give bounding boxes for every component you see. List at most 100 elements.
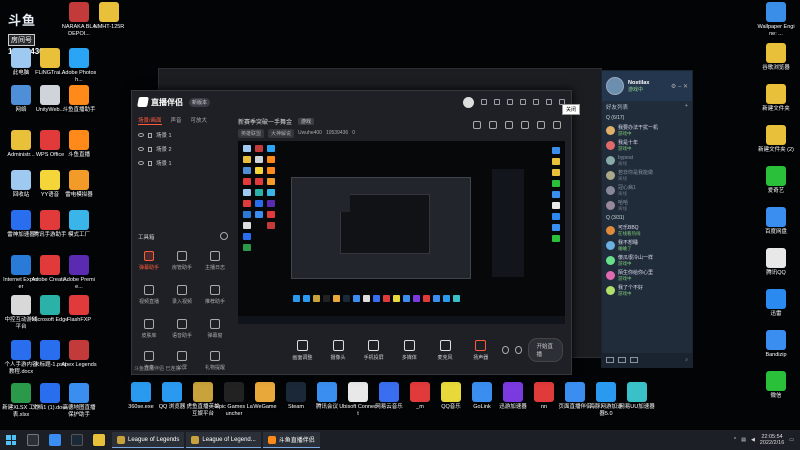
lock-icon[interactable] bbox=[148, 132, 152, 138]
tool-voice[interactable]: 语音助手 bbox=[167, 319, 197, 339]
layout-icon[interactable] bbox=[521, 121, 529, 129]
stream-preview[interactable] bbox=[238, 141, 565, 324]
profile-status[interactable]: 游戏中 bbox=[628, 86, 649, 93]
folder-icon[interactable] bbox=[93, 434, 105, 446]
desktop-icon[interactable]: 网易UU加速器 bbox=[618, 382, 656, 411]
desktop-icon[interactable]: Adobe Premie... bbox=[60, 255, 98, 290]
eye-icon[interactable] bbox=[138, 147, 144, 151]
lock-icon[interactable] bbox=[148, 146, 152, 152]
search-icon[interactable] bbox=[27, 434, 39, 446]
friend-item[interactable]: 若非你是我能做 离线 bbox=[602, 168, 692, 183]
add-friend-icon[interactable]: + bbox=[685, 103, 688, 111]
speaker-button[interactable]: 扬声器 bbox=[466, 339, 495, 361]
desktop-icon[interactable]: 模式工厂 bbox=[60, 210, 98, 239]
lock-icon[interactable] bbox=[489, 121, 497, 129]
task-league-1[interactable]: League of Legends bbox=[112, 432, 185, 448]
toolbox-collapse-icon[interactable] bbox=[220, 232, 228, 240]
picture-adjust-button[interactable]: 画面调整 bbox=[288, 339, 317, 361]
clock[interactable]: 22:05:54 2022/2/16 bbox=[760, 434, 784, 447]
desktop-icon[interactable]: Apex Legends bbox=[60, 340, 98, 369]
microphone-button[interactable]: 麦克风 bbox=[431, 339, 460, 361]
camera-button[interactable]: 摄像头 bbox=[324, 339, 353, 361]
friend-item[interactable]: bypeat 离线 bbox=[602, 153, 692, 168]
friend-item[interactable]: 傻瓜很冷山一样 游戏中 bbox=[602, 253, 692, 268]
desktop-icon[interactable]: 雷电模拟器 bbox=[60, 170, 98, 199]
version-badge[interactable]: 新版本 bbox=[189, 97, 211, 107]
tool-skin[interactable]: 皮肤库 bbox=[134, 319, 164, 339]
search-icon[interactable]: ⌕ bbox=[685, 357, 688, 363]
tab-audio[interactable]: 声音 bbox=[171, 116, 182, 125]
friend-item[interactable]: 我不想睡 蛐蛐了 bbox=[602, 238, 692, 253]
settings-icon[interactable] bbox=[630, 357, 638, 363]
friend-list-window[interactable]: Nostilax 游戏中 ⚙ – ✕ 好友列表 + Q (6/17) 我要办法干扰… bbox=[601, 70, 693, 368]
desktop-icon[interactable]: Adobe Photosh... bbox=[60, 48, 98, 83]
task-league-2[interactable]: League of Legend... bbox=[186, 432, 261, 448]
lock-icon[interactable] bbox=[148, 160, 152, 166]
skin-icon[interactable] bbox=[520, 99, 526, 105]
task-douyu[interactable]: 斗鱼直播伴侣 bbox=[262, 432, 320, 448]
message-icon[interactable] bbox=[481, 99, 487, 105]
mail-icon[interactable] bbox=[494, 99, 500, 105]
tool-recommend[interactable]: 推荐助手 bbox=[200, 285, 230, 305]
scene-item[interactable]: 场景 1 bbox=[132, 128, 234, 142]
desktop-icon[interactable]: 斗鱼直播 bbox=[60, 130, 98, 159]
desktop-icon[interactable]: 谷歌浏览器 bbox=[757, 43, 795, 72]
start-button[interactable] bbox=[6, 435, 16, 445]
friend-group-header[interactable]: Q (3/31) bbox=[602, 213, 692, 223]
desktop-icon[interactable]: 迅雷 bbox=[757, 289, 795, 318]
notification-icon[interactable]: ▭ bbox=[789, 437, 794, 443]
user-avatar[interactable] bbox=[463, 96, 474, 108]
room-title[interactable]: 新赛季突破一手舞金 bbox=[238, 117, 292, 126]
tool-gift[interactable]: 礼物提醒 bbox=[200, 351, 230, 371]
friend-item[interactable]: 可乐BBQ 在线看热闹 bbox=[602, 223, 692, 238]
desktop-icon[interactable]: FlashFXP bbox=[60, 295, 98, 324]
tab-zoom[interactable]: 可放大 bbox=[191, 116, 208, 125]
desktop-icon[interactable]: 爱奇艺 bbox=[757, 166, 795, 195]
friend-item[interactable]: 我要办法干扰一机 游戏中 bbox=[602, 123, 692, 138]
desktop-icon[interactable]: 腾讯QQ bbox=[757, 248, 795, 277]
desktop-icon[interactable]: 高德地图直播保护助手 bbox=[60, 383, 98, 418]
window-controls[interactable]: ⚙ – ✕ bbox=[671, 83, 688, 90]
tool-danmu-window[interactable]: 弹幕窗 bbox=[200, 319, 230, 339]
scene-item[interactable]: 场景 2 bbox=[132, 142, 234, 156]
start-live-button[interactable]: 开始直播 bbox=[527, 338, 563, 362]
tool-log[interactable]: 主播日志 bbox=[200, 251, 230, 271]
tag-chip[interactable]: 大神解说 bbox=[268, 128, 295, 138]
steam-icon[interactable] bbox=[71, 434, 83, 446]
scene-item[interactable]: 场景 1 bbox=[132, 156, 234, 170]
game-chip[interactable]: 英雄联盟 bbox=[238, 128, 265, 138]
profile-avatar[interactable] bbox=[606, 77, 624, 95]
edge-icon[interactable] bbox=[49, 434, 61, 446]
more-icon[interactable] bbox=[553, 121, 561, 129]
settings-icon[interactable] bbox=[514, 346, 522, 354]
friend-item[interactable]: 冠心病1 离线 bbox=[602, 183, 692, 198]
tab-scenes[interactable]: 场景/画面 bbox=[138, 116, 162, 125]
gift-icon[interactable] bbox=[473, 121, 481, 129]
settings-icon[interactable] bbox=[507, 99, 513, 105]
maximize-icon[interactable] bbox=[546, 99, 552, 105]
phone-cast-button[interactable]: 手机投屏 bbox=[359, 339, 388, 361]
desktop-icon[interactable]: Bandizip bbox=[757, 330, 795, 359]
desktop-icon[interactable]: 微信 bbox=[757, 371, 795, 400]
desktop-icon[interactable]: NMHT-125R bbox=[90, 2, 128, 31]
friend-group-header[interactable]: Q (6/17) bbox=[602, 113, 692, 123]
friend-item[interactable]: 陌生你给你心里 游戏中 bbox=[602, 268, 692, 283]
chat-icon[interactable] bbox=[606, 357, 614, 363]
desktop-icon[interactable]: 新建文件夹 bbox=[757, 84, 795, 113]
friend-item[interactable]: 我是十年 游戏中 bbox=[602, 138, 692, 153]
mail-icon[interactable] bbox=[618, 357, 626, 363]
friend-item[interactable]: 哈哈 离线 bbox=[602, 198, 692, 213]
tray-arrow-icon[interactable]: ^ bbox=[734, 437, 736, 443]
volume-icon[interactable]: ◀ bbox=[751, 437, 755, 443]
minimize-icon[interactable] bbox=[533, 99, 539, 105]
friend-item[interactable]: 我了个不好 游戏中 bbox=[602, 283, 692, 298]
tool-roomadmin[interactable]: 房管助手 bbox=[167, 251, 197, 271]
room-category[interactable]: 游戏 bbox=[298, 117, 315, 125]
multimedia-button[interactable]: 多媒体 bbox=[395, 339, 424, 361]
tool-record[interactable]: 录入视频 bbox=[167, 285, 197, 305]
record-icon[interactable] bbox=[502, 346, 509, 354]
tool-video[interactable]: 视频直播 bbox=[134, 285, 164, 305]
eye-icon[interactable] bbox=[138, 133, 144, 137]
desktop-icon[interactable]: 斗鱼直播助手 bbox=[60, 85, 98, 114]
eye-icon[interactable] bbox=[138, 161, 144, 165]
